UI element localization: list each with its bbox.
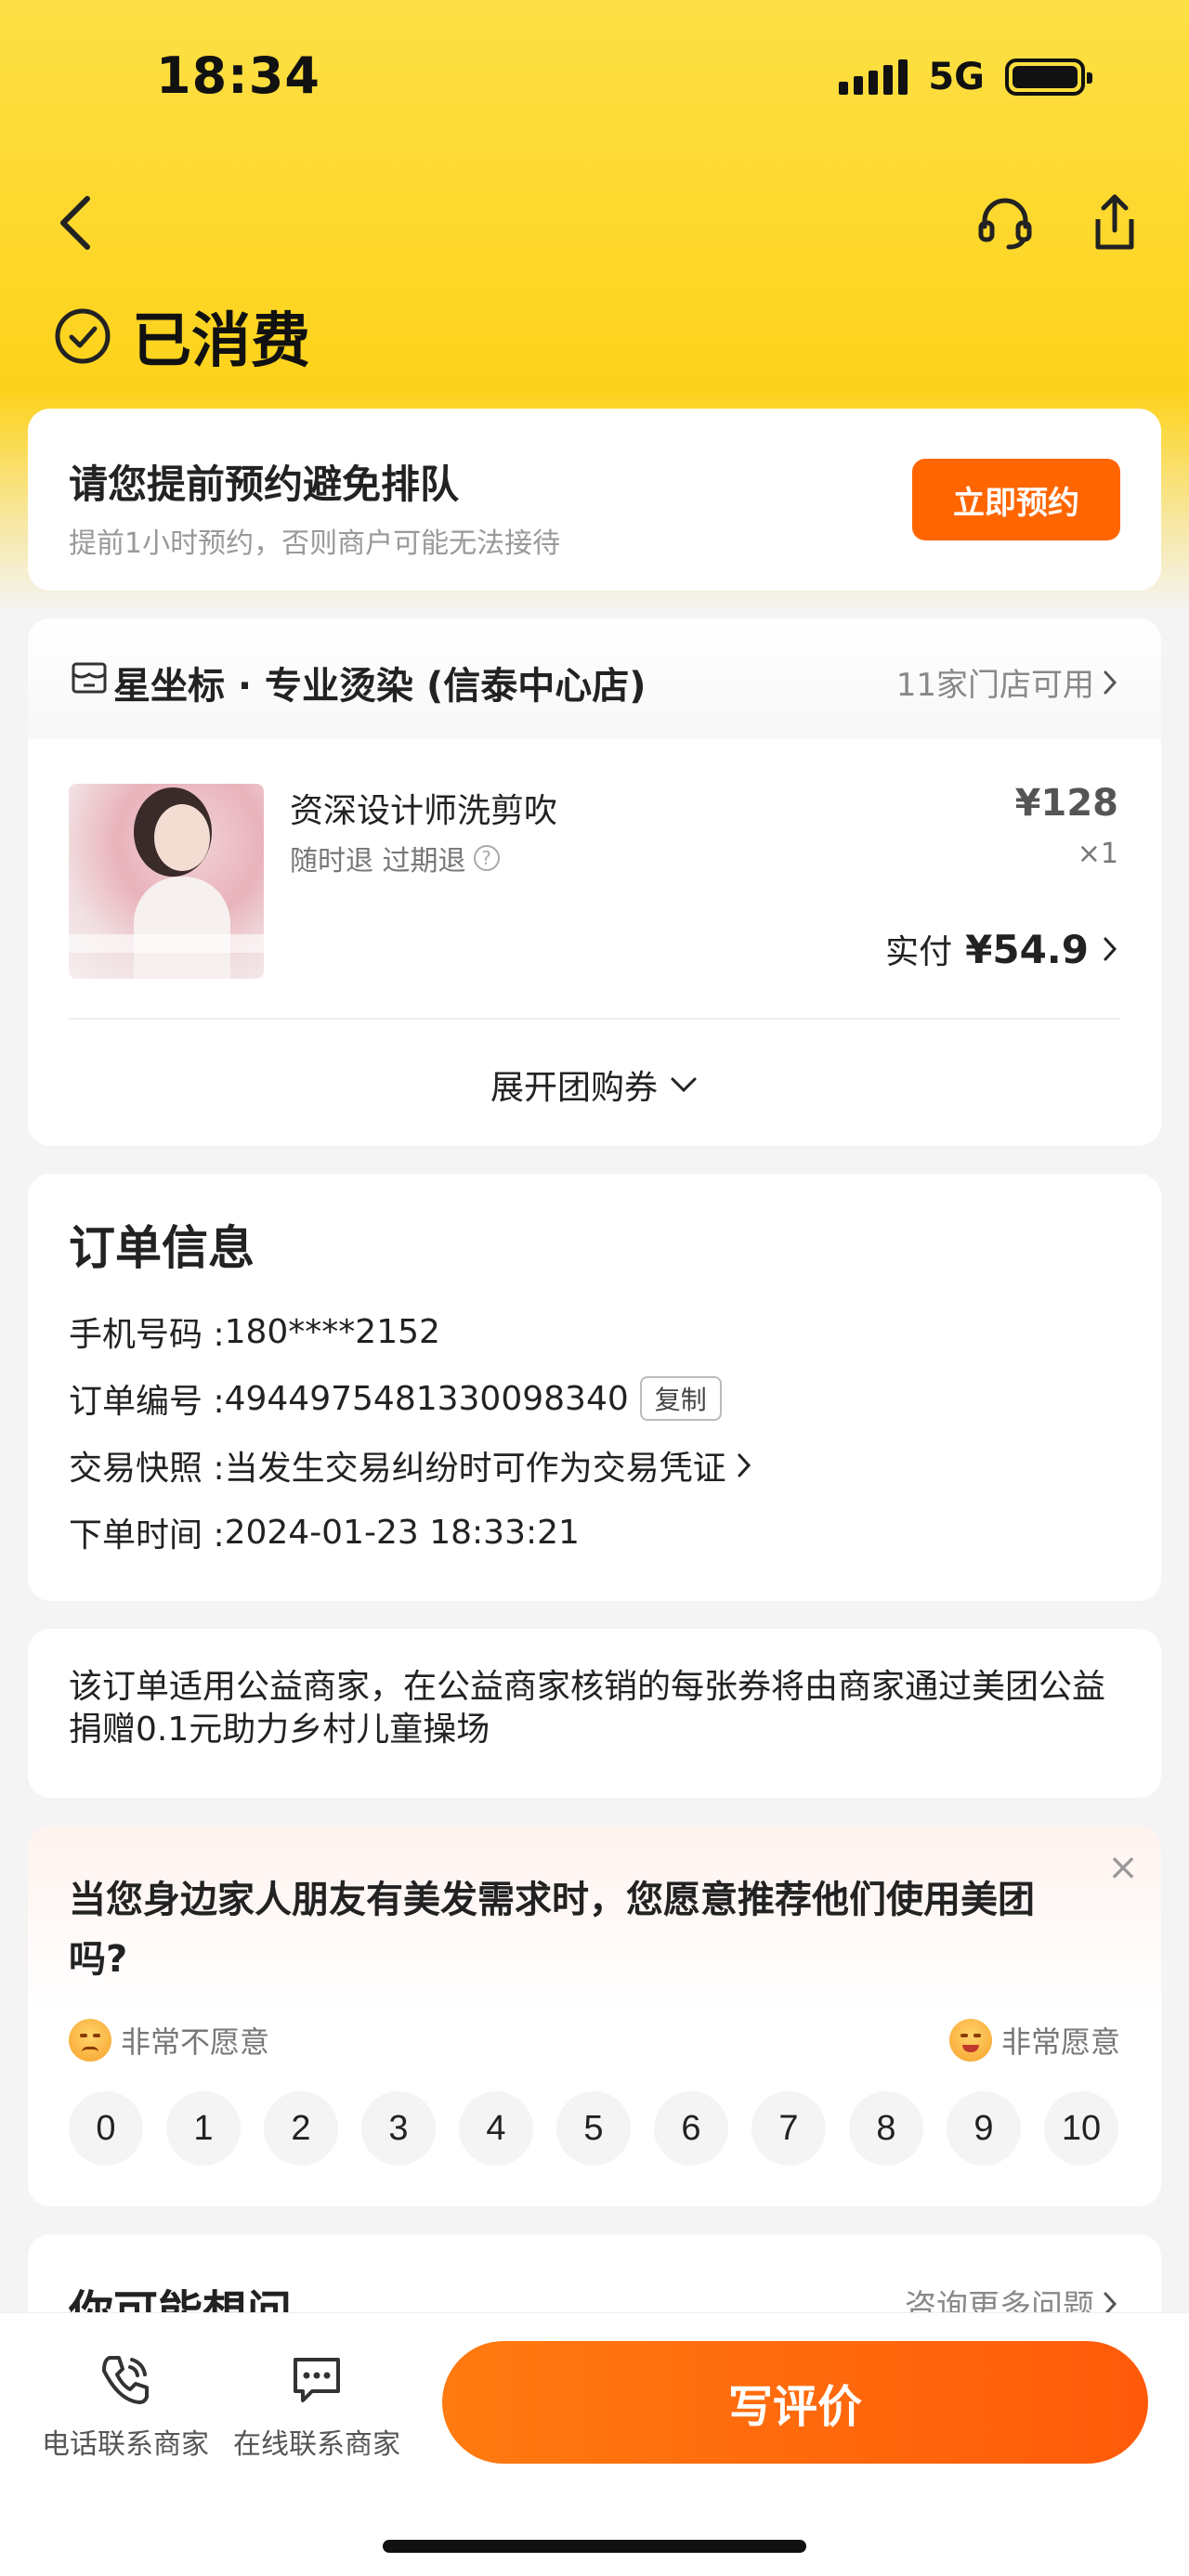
charity-text: 该订单适用公益商家，在公益商家核销的每张券将由商家通过美团公益捐赠0.1元助力乡… <box>69 1668 1106 1749</box>
chat-merchant-button[interactable]: 在线联系商家 <box>229 2350 405 2462</box>
check-circle-icon <box>55 308 111 364</box>
happy-face-icon <box>948 2019 992 2062</box>
order-number-row: 订单编号 : 4944975481330098340 复制 <box>69 1374 722 1423</box>
home-indicator[interactable] <box>383 2540 806 2553</box>
chevron-right-icon <box>1104 937 1117 961</box>
charity-card: 该订单适用公益商家，在公益商家核销的每张券将由商家通过美团公益捐赠0.1元助力乡… <box>28 1629 1161 1798</box>
network-type: 5G <box>928 56 985 98</box>
scale-low: 非常不愿意 <box>69 2019 269 2062</box>
call-merchant-button[interactable]: 电话联系商家 <box>37 2350 214 2462</box>
battery-icon <box>1005 59 1092 96</box>
snapshot-label: 交易快照 : <box>69 1450 225 1488</box>
help-icon[interactable]: ? <box>473 845 500 871</box>
phone-label: 手机号码 : <box>69 1316 225 1354</box>
store-availability-label: 11家门店可用 <box>895 667 1094 704</box>
sad-face-icon <box>69 2019 111 2062</box>
order-time-value: 2024-01-23 18:33:21 <box>224 1513 580 1552</box>
bottom-action-bar: 电话联系商家 在线联系商家 写评价 <box>0 2312 1189 2576</box>
store-name: 星坐标 · 专业烫染 (信泰中心店) <box>113 665 647 708</box>
store-icon <box>72 662 107 694</box>
score-option[interactable]: 8 <box>849 2091 923 2166</box>
score-option[interactable]: 7 <box>751 2091 826 2166</box>
order-status-title: 已消费 <box>54 293 310 379</box>
book-now-button[interactable]: 立即预约 <box>912 459 1120 540</box>
order-info-card: 订单信息 手机号码 : 180****2152 订单编号 : 494497548… <box>28 1174 1161 1601</box>
store-header[interactable]: 星坐标 · 专业烫染 (信泰中心店) 11家门店可用 <box>28 618 1161 739</box>
order-info-title: 订单信息 <box>69 1221 255 1275</box>
status-indicators: 5G <box>839 56 1092 98</box>
expand-vouchers-button[interactable]: 展开团购券 <box>28 1060 1161 1109</box>
order-number-value: 4944975481330098340 <box>224 1379 629 1418</box>
paid-label: 实付 <box>885 933 953 971</box>
booking-title: 请您提前预约避免排队 <box>69 462 460 507</box>
paid-amount: ¥54.9 <box>965 926 1089 972</box>
score-option[interactable]: 9 <box>947 2091 1021 2166</box>
back-icon[interactable] <box>54 193 100 253</box>
score-option[interactable]: 5 <box>556 2091 631 2166</box>
order-detail-page: 18:34 5G 已消费 请您提前预约避免排队 提前1小时预约，否则商户可能无法… <box>0 0 1189 2576</box>
survey-question: 当您身边家人朋友有美发需求时，您愿意推荐他们使用美团吗? <box>69 1879 1035 1981</box>
product-price: ¥128 <box>1014 782 1118 825</box>
product-tags-text: 随时退 过期退 <box>290 845 466 878</box>
snapshot-value: 当发生交易纠纷时可作为交易凭证 <box>224 1450 726 1488</box>
scale-high: 非常愿意 <box>948 2019 1120 2062</box>
paid-amount-link[interactable]: 实付 ¥54.9 <box>885 925 1118 973</box>
chevron-down-icon <box>671 1077 697 1093</box>
status-title: 已消费 <box>132 307 310 376</box>
booking-subtitle: 提前1小时预约，否则商户可能无法接待 <box>69 527 561 560</box>
chat-merchant-label: 在线联系商家 <box>233 2428 400 2461</box>
copy-button[interactable]: 复制 <box>639 1376 722 1421</box>
score-option[interactable]: 3 <box>361 2091 436 2166</box>
chevron-right-icon <box>738 1453 751 1477</box>
order-number-label: 订单编号 : <box>69 1383 225 1421</box>
product-quantity: ×1 <box>1077 838 1118 870</box>
product-tags: 随时退 过期退 ? <box>290 838 500 878</box>
scale-low-label: 非常不愿意 <box>121 2024 270 2060</box>
product-thumbnail[interactable] <box>69 784 264 979</box>
store-card: 星坐标 · 专业烫染 (信泰中心店) 11家门店可用 资深设计师洗剪吹 随时退 … <box>28 618 1161 1146</box>
phone-icon <box>102 2356 149 2404</box>
chevron-right-icon <box>1104 670 1117 694</box>
phone-row: 手机号码 : 180****2152 <box>69 1308 440 1356</box>
order-time-row: 下单时间 : 2024-01-23 18:33:21 <box>69 1508 580 1556</box>
signal-icon <box>839 59 908 95</box>
score-option[interactable]: 1 <box>166 2091 241 2166</box>
scale-high-label: 非常愿意 <box>1000 2024 1120 2060</box>
write-review-button[interactable]: 写评价 <box>442 2341 1148 2464</box>
score-options: 0 1 2 3 4 5 6 7 8 9 10 <box>69 2091 1118 2166</box>
expand-vouchers-label: 展开团购券 <box>490 1069 658 1107</box>
score-option[interactable]: 0 <box>69 2091 143 2166</box>
store-availability-link[interactable]: 11家门店可用 <box>896 659 1118 705</box>
share-icon[interactable] <box>1085 191 1144 254</box>
product-name[interactable]: 资深设计师洗剪吹 <box>290 784 557 832</box>
phone-value: 180****2152 <box>224 1312 440 1351</box>
score-option[interactable]: 10 <box>1044 2091 1118 2166</box>
nps-survey-card: 当您身边家人朋友有美发需求时，您愿意推荐他们使用美团吗? × 非常不愿意 非常愿… <box>28 1826 1161 2206</box>
divider <box>69 1018 1120 1020</box>
close-icon[interactable]: × <box>1100 1844 1146 1891</box>
score-option[interactable]: 2 <box>264 2091 338 2166</box>
chat-icon <box>294 2358 340 2402</box>
booking-card: 请您提前预约避免排队 提前1小时预约，否则商户可能无法接待 立即预约 <box>28 409 1161 591</box>
snapshot-row[interactable]: 交易快照 : 当发生交易纠纷时可作为交易凭证 <box>69 1441 754 1490</box>
customer-service-icon[interactable] <box>975 193 1035 253</box>
call-merchant-label: 电话联系商家 <box>42 2428 209 2461</box>
order-time-label: 下单时间 : <box>69 1516 225 1555</box>
status-time: 18:34 <box>156 46 320 105</box>
score-option[interactable]: 4 <box>459 2091 533 2166</box>
score-option[interactable]: 6 <box>654 2091 728 2166</box>
